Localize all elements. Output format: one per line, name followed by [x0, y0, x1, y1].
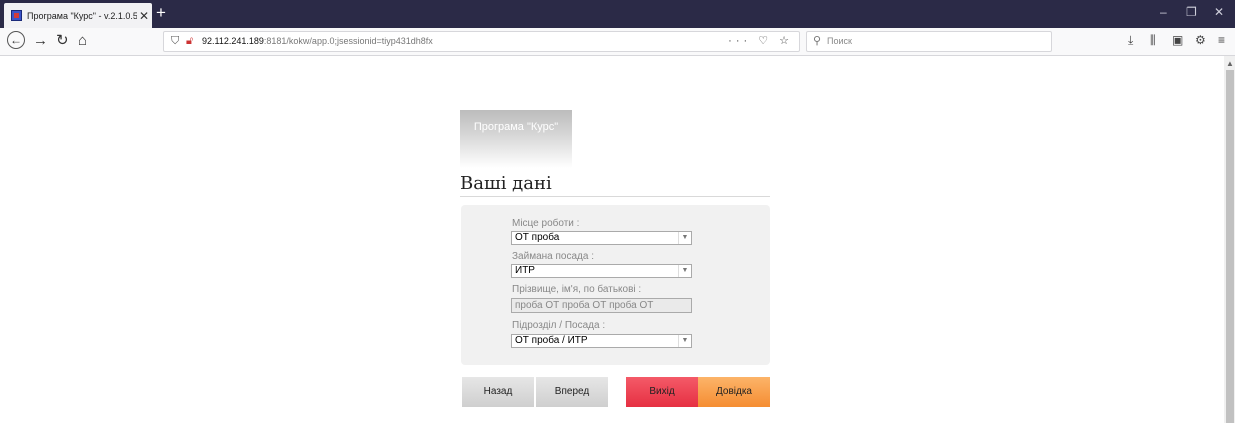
page-scrollbar[interactable]: ▲: [1224, 56, 1235, 423]
downloads-icon[interactable]: ⤓: [1128, 33, 1133, 48]
fullname-field[interactable]: проба ОТ проба ОТ проба ОТ: [511, 298, 692, 313]
chevron-down-icon[interactable]: ▼: [678, 265, 691, 277]
sidebar-icon[interactable]: ▣: [1172, 33, 1183, 47]
fullname-value: проба ОТ проба ОТ проба ОТ: [515, 300, 654, 311]
url-host: 92.112.241.189: [202, 36, 264, 46]
workplace-value: ОТ проба: [515, 232, 560, 243]
search-placeholder: Поиск: [827, 36, 852, 46]
url-text[interactable]: 92.112.241.189:8181/kokw/app.0;jsessioni…: [202, 36, 433, 46]
position-label: Займана посада :: [512, 251, 594, 262]
close-window-icon[interactable]: ✕: [1214, 5, 1224, 19]
search-bar[interactable]: ⚲ Поиск: [806, 31, 1052, 52]
home-icon[interactable]: ⌂: [78, 32, 87, 50]
chevron-down-icon[interactable]: ▼: [678, 232, 691, 244]
title-bar: Програма "Курс" - v.2.1.0.5-rc ✕ + – ❐ ✕: [0, 0, 1235, 28]
page-actions-icon[interactable]: ··· ♡ ☆: [728, 34, 793, 47]
new-tab-button[interactable]: +: [156, 3, 166, 23]
tab-close-icon[interactable]: ✕: [139, 10, 149, 22]
url-bar[interactable]: ⛉ 🔓︎ 92.112.241.189:8181/kokw/app.0;jses…: [163, 31, 800, 52]
division-value: ОТ проба / ИТР: [515, 335, 588, 346]
tab-title: Програма "Курс" - v.2.1.0.5-rc: [27, 10, 137, 21]
scrollbar-thumb[interactable]: [1226, 70, 1234, 423]
search-icon: ⚲: [813, 35, 822, 47]
app-favicon-icon: [11, 10, 22, 21]
back-arrow-icon[interactable]: ←: [7, 31, 25, 49]
workplace-label: Місце роботи :: [512, 218, 580, 229]
workplace-select[interactable]: ОТ проба ▼: [511, 231, 692, 245]
maximize-icon[interactable]: ❐: [1186, 5, 1197, 19]
scroll-up-icon[interactable]: ▲: [1226, 59, 1234, 68]
position-select[interactable]: ИТР ▼: [511, 264, 692, 278]
exit-button[interactable]: Вихід: [626, 377, 698, 407]
division-select[interactable]: ОТ проба / ИТР ▼: [511, 334, 692, 348]
position-value: ИТР: [515, 265, 535, 276]
navigation-bar: ← → ↻ ⌂ ⛉ 🔓︎ 92.112.241.189:8181/kokw/ap…: [0, 28, 1235, 56]
division-label: Підрозділ / Посада :: [512, 320, 606, 331]
browser-tab[interactable]: Програма "Курс" - v.2.1.0.5-rc ✕: [4, 3, 152, 28]
reload-icon[interactable]: ↻: [56, 32, 69, 50]
fullname-label: Прізвище, ім'я, по батькові :: [512, 284, 642, 295]
help-button[interactable]: Довідка: [698, 377, 770, 407]
app-logo: Програма "Курс": [460, 110, 572, 168]
url-path: :8181/kokw/app.0;jsessionid=tiyp431dh8fx: [263, 36, 433, 46]
extension-icon[interactable]: ⚙: [1195, 33, 1206, 47]
forward-arrow-icon[interactable]: →: [33, 32, 48, 50]
page-title: Ваші дані: [460, 173, 770, 197]
insecure-lock-icon[interactable]: 🔓︎: [186, 35, 193, 48]
menu-icon[interactable]: ≡: [1218, 33, 1225, 47]
shield-icon[interactable]: ⛉: [171, 35, 179, 48]
logo-text: Програма "Курс": [473, 121, 559, 133]
minimize-icon[interactable]: –: [1160, 5, 1167, 19]
next-button[interactable]: Вперед: [536, 377, 608, 407]
back-button[interactable]: Назад: [462, 377, 534, 407]
library-icon[interactable]: ⫼: [1150, 33, 1156, 48]
chevron-down-icon[interactable]: ▼: [678, 335, 691, 347]
